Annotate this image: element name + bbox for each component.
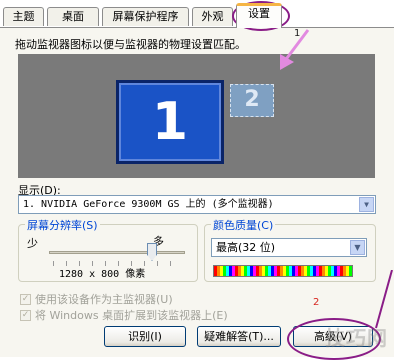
checkbox-check-icon[interactable]: ✓ (20, 309, 31, 321)
resolution-value: 1280 x 800 像素 (59, 269, 146, 280)
color-spectrum-bar (213, 265, 353, 277)
display-select[interactable]: 1. NVIDIA GeForce 9300M GS 上的 (多个监视器) ▼ (18, 195, 376, 214)
tab-settings[interactable]: 设置 (236, 3, 282, 28)
annotation-pointer-line (375, 270, 393, 329)
identify-button[interactable]: 识别(I) (104, 326, 186, 347)
color-quality-title: 颜色质量(C) (211, 217, 276, 233)
tab-strip: 主题 桌面 屏幕保护程序 外观 设置 (0, 0, 394, 28)
color-quality-select[interactable]: 最高(32 位) ▼ (211, 238, 367, 257)
tab-desktop[interactable]: 桌面 (47, 7, 99, 26)
resolution-slider-track[interactable] (49, 251, 185, 254)
watermark: 技巧网 (325, 326, 388, 350)
instruction-text: 拖动监视器图标以便与监视器的物理设置匹配。 (15, 38, 246, 51)
color-quality-group: 颜色质量(C) 最高(32 位) ▼ (204, 217, 376, 282)
resolution-slider-thumb[interactable] (147, 243, 157, 261)
extend-desktop-checkbox[interactable]: ✓ 将 Windows 桌面扩展到该监视器上(E) (20, 307, 228, 323)
chevron-down-icon[interactable]: ▼ (359, 197, 374, 212)
resolution-group: 屏幕分辨率(S) 少 多 1280 x 800 像素 (18, 217, 198, 282)
display-select-value: 1. NVIDIA GeForce 9300M GS 上的 (多个监视器) (23, 199, 274, 210)
monitor-2-icon[interactable]: 2 (230, 84, 274, 117)
color-quality-value: 最高(32 位) (216, 241, 276, 254)
primary-monitor-label: 使用该设备作为主监视器(U) (35, 293, 173, 306)
primary-monitor-checkbox[interactable]: ✓ 使用该设备作为主监视器(U) (20, 291, 173, 307)
resolution-less-label: 少 (27, 237, 38, 250)
display-properties-dialog: 主题 桌面 屏幕保护程序 外观 设置 拖动监视器图标以便与监视器的物理设置匹配。… (0, 0, 394, 360)
tab-themes[interactable]: 主题 (3, 7, 44, 26)
settings-panel: 拖动监视器图标以便与监视器的物理设置匹配。 1 2 显示(D): 1. NVID… (0, 27, 394, 357)
annotation-number-2: 2 (313, 297, 320, 308)
extend-desktop-label: 将 Windows 桌面扩展到该监视器上(E) (35, 309, 228, 322)
checkbox-check-icon[interactable]: ✓ (20, 293, 31, 305)
annotation-number-1: 1 (294, 28, 301, 39)
monitor-1-icon[interactable]: 1 (116, 80, 224, 164)
tab-appearance[interactable]: 外观 (192, 7, 233, 26)
monitor-arrangement-area[interactable]: 1 2 (18, 54, 375, 178)
troubleshoot-button[interactable]: 疑难解答(T)... (197, 326, 281, 347)
resolution-title: 屏幕分辨率(S) (25, 217, 100, 233)
chevron-down-icon[interactable]: ▼ (350, 240, 365, 255)
tab-screensaver[interactable]: 屏幕保护程序 (102, 7, 189, 26)
